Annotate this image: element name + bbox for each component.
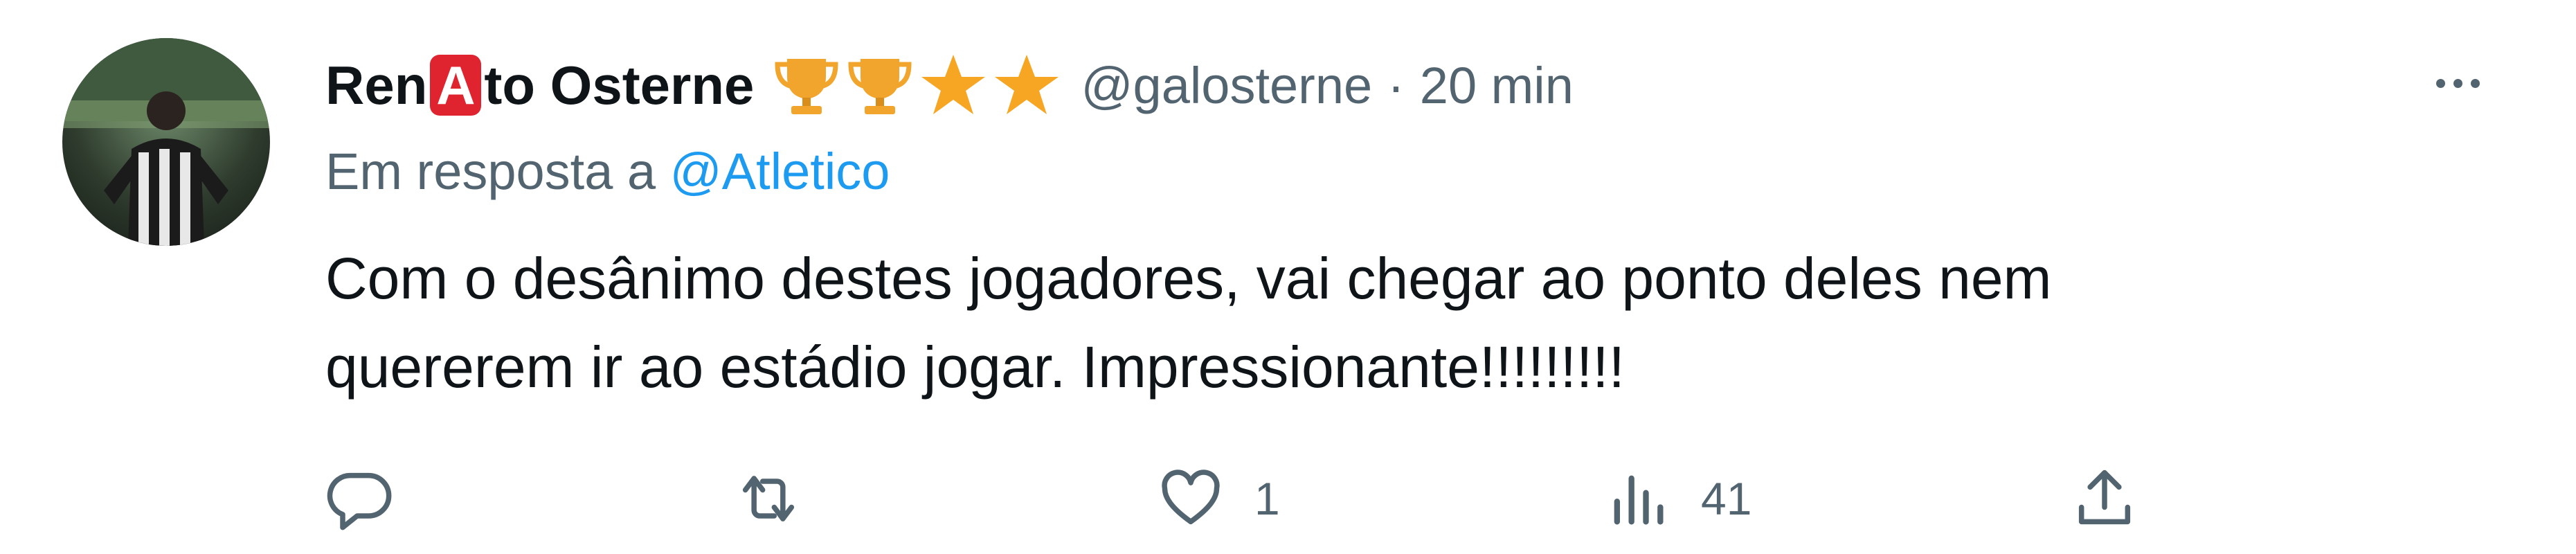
more-dot — [2453, 78, 2462, 88]
avatar-image — [62, 38, 270, 246]
author-name[interactable]: Ren A to Osterne — [325, 54, 754, 117]
tweet[interactable]: Ren A to Osterne @galosterne · 20 min Em… — [0, 0, 2576, 554]
share-icon — [2078, 470, 2131, 525]
like-button[interactable]: 1 — [1156, 461, 1280, 537]
more-dot — [2435, 78, 2445, 88]
views-icon — [1614, 475, 1664, 525]
reply-prefix: Em resposta a — [325, 143, 656, 200]
reply-to-link[interactable]: @Atletico — [670, 143, 890, 200]
author-name-highlight: A — [430, 55, 482, 116]
star-icon — [995, 55, 1059, 114]
heart-icon — [1162, 470, 1220, 525]
star-icon — [921, 55, 986, 114]
trophy-icon — [848, 59, 912, 114]
tweet-text: Com o desânimo destes jogadores, vai che… — [325, 246, 2052, 400]
name-badges — [772, 51, 1061, 120]
reply-button[interactable] — [325, 461, 395, 537]
reply-context: Em resposta a @Atletico — [325, 142, 890, 201]
share-button[interactable] — [2070, 461, 2139, 537]
retweet-icon — [742, 476, 795, 521]
views-button[interactable]: 41 — [1603, 461, 1751, 537]
reply-icon — [327, 472, 392, 530]
author-handle[interactable]: @galosterne — [1081, 56, 1372, 115]
more-dot — [2470, 78, 2480, 88]
header-separator: · — [1387, 56, 1405, 114]
avatar[interactable] — [62, 38, 270, 246]
views-count: 41 — [1701, 473, 1752, 524]
author-name-suffix: to Osterne — [484, 54, 755, 116]
author-name-prefix: Ren — [325, 54, 428, 116]
tweet-header: Ren A to Osterne @galosterne · 20 min — [325, 47, 1574, 123]
retweet-button[interactable] — [734, 461, 803, 537]
trophy-icon — [775, 59, 838, 114]
tweet-timestamp[interactable]: 20 min — [1420, 56, 1574, 115]
like-count: 1 — [1254, 473, 1280, 524]
tweet-actions: 1 41 — [325, 461, 2513, 537]
more-options-button[interactable] — [2416, 52, 2499, 114]
